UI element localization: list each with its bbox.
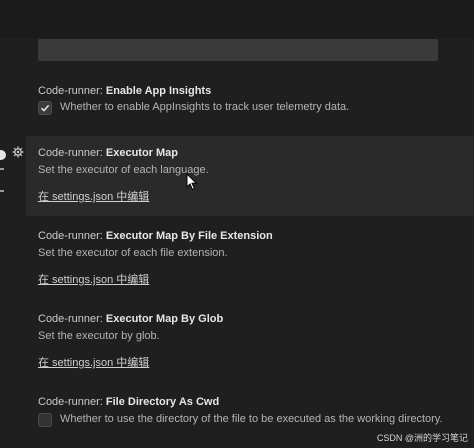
setting-category: Code-runner: [38, 313, 106, 325]
setting-description: Set the executor of each file extension. [38, 247, 228, 259]
watermark: CSDN @洲的学习笔记 [376, 433, 468, 443]
setting-title: Code-runner: Executor Map By Glob [38, 313, 223, 325]
file-directory-as-cwd-checkbox[interactable] [38, 413, 52, 427]
check-icon [40, 104, 50, 112]
edit-in-settings-json-link[interactable]: 在 settings.json 中编辑 [38, 188, 149, 204]
enable-app-insights-checkbox[interactable] [38, 101, 52, 115]
top-bar [0, 0, 474, 38]
setting-title: Code-runner: Executor Map By File Extens… [38, 230, 273, 242]
setting-name: File Directory As Cwd [105, 396, 220, 408]
modified-indicator [0, 150, 6, 160]
setting-title: Code-runner: File Directory As Cwd [38, 396, 219, 408]
gutter-mark [0, 190, 4, 192]
setting-title: Code-runner: Enable App Insights [38, 85, 211, 97]
setting-executor-map: Code-runner: Executor Map Set the execut… [26, 136, 474, 216]
setting-file-directory-as-cwd: Code-runner: File Directory As Cwd Wheth… [26, 386, 474, 436]
setting-executor-map-by-glob: Code-runner: Executor Map By Glob Set th… [26, 303, 474, 379]
setting-category: Code-runner: [38, 147, 106, 159]
setting-description: Set the executor by glob. [38, 330, 160, 342]
setting-name: Executor Map By File Extension [105, 230, 273, 242]
edit-in-settings-json-link[interactable]: 在 settings.json 中编辑 [38, 354, 149, 370]
setting-enable-app-insights: Code-runner: Enable App Insights Whether… [26, 76, 474, 128]
setting-category: Code-runner: [38, 85, 106, 97]
gutter-mark [0, 168, 4, 170]
setting-name: Executor Map [105, 147, 179, 159]
mouse-cursor-icon [186, 173, 198, 191]
edit-in-settings-json-link[interactable]: 在 settings.json 中编辑 [38, 271, 149, 287]
checkbox-label: Whether to enable AppInsights to track u… [60, 101, 350, 113]
setting-category: Code-runner: [38, 230, 106, 242]
gear-icon[interactable] [12, 146, 24, 158]
setting-description: Set the executor of each language. [38, 164, 209, 176]
setting-name: Executor Map By Glob [105, 313, 224, 325]
checkbox-label: Whether to use the directory of the file… [60, 413, 443, 425]
setting-title: Code-runner: Executor Map [38, 147, 178, 159]
setting-category: Code-runner: [38, 396, 106, 408]
setting-name: Enable App Insights [105, 85, 212, 97]
setting-input-field[interactable] [38, 39, 438, 61]
setting-executor-map-by-file-extension: Code-runner: Executor Map By File Extens… [26, 220, 474, 296]
